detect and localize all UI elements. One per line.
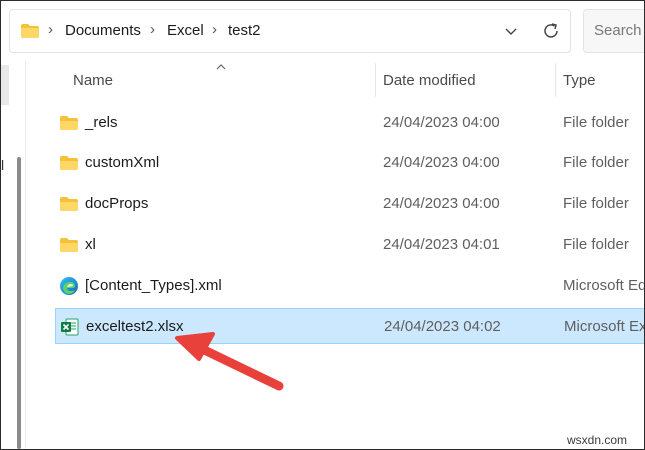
file-explorer-window: › Documents › Excel › test2 Search test2… <box>0 0 645 450</box>
red-arrow-annotation <box>175 332 284 391</box>
watermark: wsxdn.com <box>567 433 628 447</box>
